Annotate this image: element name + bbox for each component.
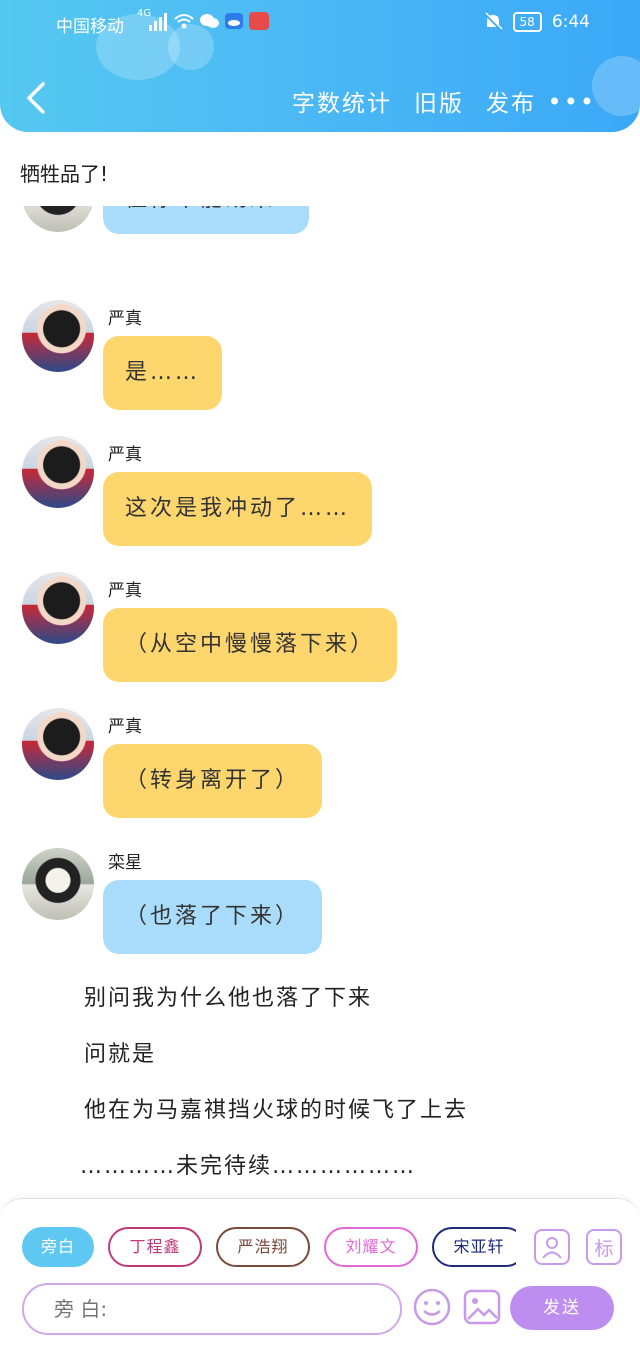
message-bubble[interactable]: （也落了下来）	[103, 880, 323, 954]
chip-character[interactable]: 刘耀文	[324, 1227, 418, 1267]
avatar[interactable]	[22, 206, 94, 232]
message-bubble[interactable]: 是……	[103, 336, 223, 410]
app-header: 中国移动 4G 58 6:44 字数统计 旧版 发布 •••	[0, 0, 640, 132]
battery-indicator: 58	[512, 12, 542, 32]
avatar[interactable]	[22, 300, 94, 372]
narration-line[interactable]: 他在为马嘉祺挡火球的时候飞了上去	[84, 1092, 468, 1124]
message-bubble[interactable]: （转身离开了）	[103, 744, 323, 818]
chevron-left-icon	[27, 82, 45, 114]
publish-button[interactable]: 发布	[486, 84, 536, 118]
composer-panel: 旁白 丁程鑫 严浩翔 刘耀文 宋亚轩 标 发送	[0, 1198, 640, 1370]
message-bubble[interactable]: 这次是我冲动了……	[103, 472, 373, 546]
avatar[interactable]	[22, 708, 94, 780]
sender-name: 严真	[108, 445, 142, 465]
message-input[interactable]	[22, 1283, 402, 1335]
header-actions: 字数统计 旧版 发布	[292, 84, 536, 118]
send-button[interactable]: 发送	[510, 1286, 614, 1330]
character-chips: 旁白 丁程鑫 严浩翔 刘耀文 宋亚轩	[22, 1227, 516, 1271]
chip-character[interactable]: 宋亚轩	[432, 1227, 516, 1267]
contact-card-button[interactable]	[534, 1229, 570, 1265]
avatar[interactable]	[22, 572, 94, 644]
chip-narrator[interactable]: 旁白	[22, 1227, 94, 1267]
wifi-icon	[174, 14, 194, 29]
cloud-icon	[225, 13, 243, 29]
word-count-button[interactable]: 字数统计	[292, 84, 392, 118]
chat-area: 但你不能胡来! 严真 是…… 严真 这次是我冲动了…… 严真 （从空中慢慢落下来…	[0, 206, 640, 1194]
back-button[interactable]	[18, 78, 54, 118]
chip-character[interactable]: 严浩翔	[216, 1227, 310, 1267]
avatar[interactable]	[22, 436, 94, 508]
image-icon[interactable]	[462, 1287, 502, 1327]
sender-name: 严真	[108, 581, 142, 601]
contact-card-icon	[542, 1237, 562, 1259]
sender-name: 栾星	[108, 853, 142, 873]
tag-button[interactable]: 标	[586, 1229, 622, 1265]
clock: 6:44	[551, 12, 590, 32]
message-bubble[interactable]: 但你不能胡来!	[103, 206, 309, 234]
mute-bell-icon	[483, 12, 503, 31]
story-title: 牺牲品了!	[20, 162, 109, 186]
nav-row: 字数统计 旧版 发布 •••	[0, 70, 640, 126]
more-options-button[interactable]: •••	[548, 88, 596, 116]
chip-character[interactable]: 丁程鑫	[108, 1227, 202, 1267]
sender-name: 严真	[108, 717, 142, 737]
carrier-label: 中国移动	[56, 17, 124, 37]
message-bubble[interactable]: （从空中慢慢落下来）	[103, 608, 398, 682]
narration-line[interactable]: 别问我为什么他也落了下来	[84, 980, 372, 1012]
signal-icon	[149, 13, 167, 31]
narration-line[interactable]: 问就是	[84, 1036, 156, 1068]
status-right: 58 6:44	[483, 12, 590, 32]
tag-icon: 标	[594, 1237, 614, 1260]
narration-line[interactable]: …………未完待续………………	[80, 1148, 416, 1180]
emoji-icon[interactable]	[412, 1287, 452, 1327]
huawei-app-icon	[249, 12, 269, 30]
wechat-icon	[200, 14, 219, 28]
sender-name: 严真	[108, 309, 142, 329]
status-bar: 中国移动 4G 58 6:44	[0, 0, 640, 48]
old-version-button[interactable]: 旧版	[414, 84, 464, 118]
avatar[interactable]	[22, 848, 94, 920]
